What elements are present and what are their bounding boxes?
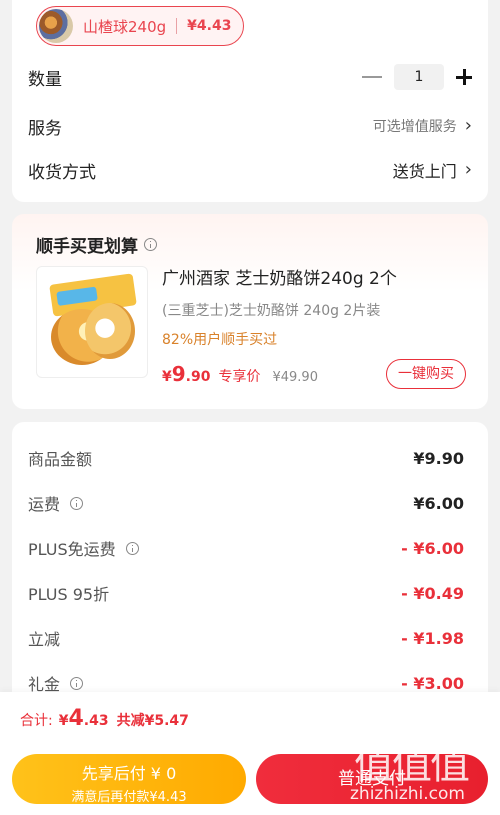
variant-price: ¥4.43 [187, 18, 232, 34]
product-subtitle: (三重芝士)芝士奶酪饼 240g 2片装 [162, 303, 381, 319]
price-line: PLUS免运费 - ¥6.00 [28, 534, 464, 562]
total-label: 合计: [20, 713, 53, 729]
minus-icon[interactable] [362, 76, 382, 78]
price-line-label: 运费 [28, 491, 84, 515]
product-price-row: ¥ 9 .90 专享价 ¥49.90 [162, 362, 318, 386]
price-line-label: PLUS 95折 [28, 581, 109, 605]
original-price: ¥49.90 [272, 370, 318, 385]
price-line-label-text: 立减 [28, 630, 61, 649]
total-savings: 共减¥5.47 [116, 713, 189, 729]
price-line-value: - ¥6.00 [401, 538, 464, 558]
info-icon[interactable] [125, 541, 139, 555]
pay-later-title: 先享后付 ¥ 0 [81, 764, 177, 783]
price-line-value: ¥9.90 [413, 448, 464, 468]
total-integer: 4 [68, 706, 84, 731]
price-line-value: - ¥1.98 [401, 628, 464, 648]
service-row[interactable]: 服务 可选增值服务 › [28, 111, 472, 141]
watermark-text: zhizhizhi.com [350, 784, 465, 804]
variant-divider [176, 18, 178, 34]
bundle-card: 顺手买更划算 广州酒家 芝士奶酪饼240g 2个 (三重芝士)芝士奶酪饼 240… [12, 214, 488, 409]
price-line: 运费 ¥6.00 [28, 489, 464, 517]
total-row: 合计: ¥ 4 .43 共减¥5.47 [20, 706, 189, 731]
price-line-label-text: PLUS免运费 [28, 540, 116, 559]
pay-later-subtitle: 满意后再付款¥4.43 [71, 790, 187, 805]
service-label: 服务 [28, 118, 62, 139]
total-symbol: ¥ [58, 713, 69, 729]
variant-name: 山楂球240g [83, 17, 167, 36]
price-line: PLUS 95折 - ¥0.49 [28, 579, 464, 607]
info-icon[interactable] [70, 496, 84, 510]
quantity-row: 数量 1 [28, 62, 472, 92]
total-decimal: .43 [83, 713, 109, 729]
quantity-input[interactable]: 1 [394, 64, 444, 90]
price-line-value: - ¥3.00 [401, 673, 464, 693]
price-integer: 9 [171, 362, 186, 386]
product-image[interactable] [36, 266, 148, 378]
price-line-label: 立减 [28, 626, 60, 650]
price-decimal: .90 [185, 369, 211, 385]
delivery-label: 收货方式 [28, 162, 96, 183]
price-line-label: PLUS免运费 [28, 536, 139, 560]
chevron-right-icon: › [464, 159, 472, 180]
bundle-title-text: 顺手买更划算 [36, 237, 138, 257]
watermark-logo: 值值值 [354, 742, 470, 788]
chevron-right-icon: › [464, 115, 472, 136]
quantity-stepper: 1 [362, 64, 472, 90]
info-icon[interactable] [144, 238, 157, 251]
pay-later-button[interactable]: 先享后付 ¥ 0 满意后再付款¥4.43 [12, 754, 246, 805]
delivery-value: 送货上门 [392, 162, 457, 181]
quantity-label: 数量 [28, 69, 62, 90]
plus-icon[interactable] [456, 69, 472, 85]
price-line-label: 商品金额 [28, 446, 92, 470]
product-bought-stat: 82%用户顺手买过 [162, 332, 278, 348]
delivery-row[interactable]: 收货方式 送货上门 › [28, 155, 472, 185]
price-line-label-text: 商品金额 [28, 450, 93, 469]
service-value: 可选增值服务 [372, 119, 457, 135]
price-symbol: ¥ [162, 369, 172, 385]
price-line-label-text: PLUS 95折 [28, 585, 110, 604]
price-tag: 专享价 [218, 369, 261, 385]
order-options-card: 山楂球240g ¥4.43 数量 1 服务 可选增值服务 › 收货方式 送货上门… [12, 0, 488, 202]
info-icon[interactable] [70, 676, 84, 690]
watermark: 值值值 zhizhizhi.com [350, 732, 496, 810]
price-line-value: ¥6.00 [413, 493, 464, 513]
price-line-label-text: 运费 [28, 495, 61, 514]
price-line-value: - ¥0.49 [401, 583, 464, 603]
bundle-title: 顺手买更划算 [36, 232, 157, 257]
price-line: 立减 - ¥1.98 [28, 624, 464, 652]
product-cake-shape [85, 303, 135, 359]
product-name[interactable]: 广州酒家 芝士奶酪饼240g 2个 [162, 264, 397, 289]
one-click-buy-button[interactable]: 一键购买 [386, 359, 466, 389]
selected-variant-chip[interactable]: 山楂球240g ¥4.43 [36, 6, 244, 46]
price-line: 商品金额 ¥9.90 [28, 444, 464, 472]
variant-thumbnail [39, 9, 73, 43]
